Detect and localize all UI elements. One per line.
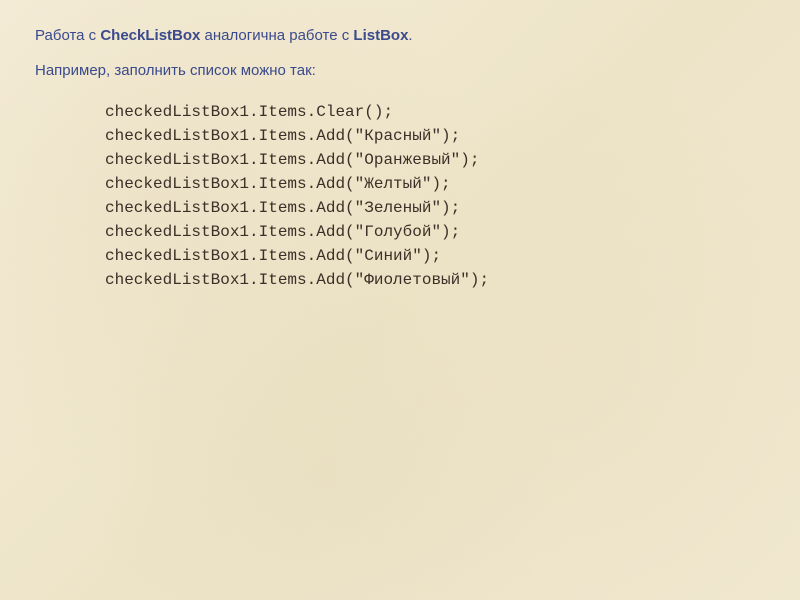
- intro-part1: Работа с: [35, 27, 100, 44]
- intro-part2: аналогична работе с: [200, 27, 353, 44]
- intro-bold1: CheckListBox: [100, 27, 200, 44]
- intro-bold2: ListBox: [353, 27, 408, 44]
- intro-text: Работа с CheckListBox аналогична работе …: [35, 25, 765, 48]
- code-line: checkedListBox1.Items.Add("Желтый");: [105, 175, 451, 193]
- code-block: checkedListBox1.Items.Clear(); checkedLi…: [105, 100, 765, 292]
- code-line: checkedListBox1.Items.Add("Голубой");: [105, 223, 460, 241]
- code-line: checkedListBox1.Items.Clear();: [105, 103, 393, 121]
- document-content: Работа с CheckListBox аналогична работе …: [35, 25, 765, 292]
- code-line: checkedListBox1.Items.Add("Синий");: [105, 247, 441, 265]
- code-line: checkedListBox1.Items.Add("Фиолетовый");: [105, 271, 489, 289]
- code-line: checkedListBox1.Items.Add("Оранжевый");: [105, 151, 479, 169]
- code-line: checkedListBox1.Items.Add("Зеленый");: [105, 199, 460, 217]
- code-line: checkedListBox1.Items.Add("Красный");: [105, 127, 460, 145]
- intro-part3: .: [408, 27, 412, 44]
- subtext: Например, заполнить список можно так:: [35, 60, 765, 83]
